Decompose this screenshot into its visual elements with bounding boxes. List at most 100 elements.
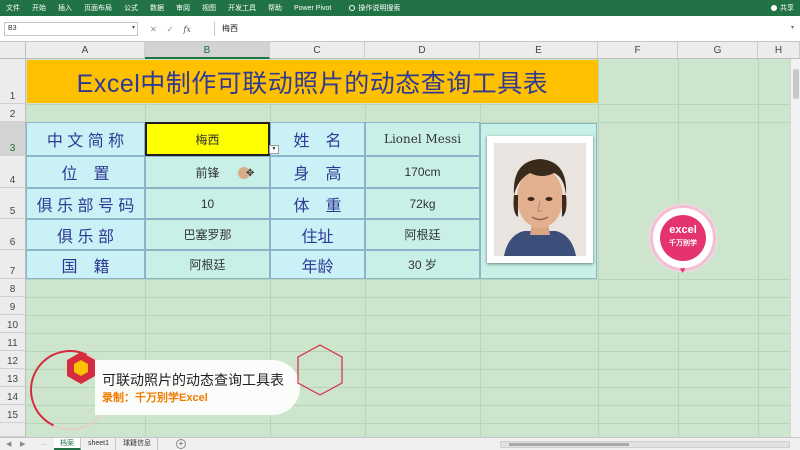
row-header-12[interactable]: 12 <box>0 351 26 369</box>
value-weight: 72kg <box>365 188 480 219</box>
label-name: 姓 名 <box>270 122 365 156</box>
person-icon <box>771 5 777 11</box>
overlay-subtitle: 录制：千万别学Excel <box>102 392 208 404</box>
label-age: 年龄 <box>270 250 365 279</box>
horizontal-scrollbar[interactable] <box>500 441 790 448</box>
ribbon-tab-home[interactable]: 开始 <box>26 3 52 13</box>
row-header-15[interactable]: 15 <box>0 405 26 423</box>
column-header-d[interactable]: D <box>365 42 480 59</box>
vertical-scrollbar[interactable] <box>790 59 800 437</box>
expand-formula-icon[interactable]: ▾ <box>791 24 794 31</box>
column-header-e[interactable]: E <box>480 42 598 59</box>
ribbon-tab-help[interactable]: 帮助 <box>262 3 288 13</box>
row-header-5[interactable]: 5 <box>0 188 26 219</box>
label-short-name: 中 文 简 称 <box>26 122 145 156</box>
label-height: 身 高 <box>270 156 365 188</box>
hexagon-icon <box>67 352 95 384</box>
row-header-3[interactable]: 3 <box>0 122 26 156</box>
prev-sheet-icon[interactable]: ◀ <box>6 440 11 448</box>
player-photo[interactable] <box>487 136 593 263</box>
gridline <box>758 59 759 437</box>
logo-circle: excel 千万别学 <box>660 215 706 261</box>
cancel-icon[interactable]: ✕ <box>150 25 157 34</box>
gridline <box>26 315 800 316</box>
ribbon-tab-data[interactable]: 数据 <box>144 3 170 13</box>
share-label: 共享 <box>780 5 794 12</box>
gridline <box>26 279 800 280</box>
gridline <box>26 351 800 352</box>
select-all-corner[interactable] <box>0 42 26 59</box>
chevron-down-icon[interactable]: ▾ <box>132 24 135 31</box>
row-header-10[interactable]: 10 <box>0 315 26 333</box>
value-club: 巴塞罗那 <box>145 219 270 250</box>
insert-function-icon[interactable]: fx <box>183 25 190 34</box>
logo-subtitle: 千万别学 <box>669 240 697 247</box>
cell-short-name-select[interactable]: 梅西 <box>145 122 270 156</box>
value-height: 170cm <box>365 156 480 188</box>
name-box[interactable]: B3 ▾ <box>4 22 138 36</box>
label-club: 俱 乐 部 <box>26 219 145 250</box>
ribbon-tab-power-pivot[interactable]: Power Pivot <box>288 5 337 12</box>
formula-divider <box>214 22 215 36</box>
value-name: Lionel Messi <box>365 122 480 156</box>
ribbon-tab-insert[interactable]: 插入 <box>52 3 78 13</box>
ribbon-tab-formulas[interactable]: 公式 <box>118 3 144 13</box>
next-sheet-icon[interactable]: ▶ <box>20 440 25 448</box>
row-header-16-partial <box>0 423 26 437</box>
heart-icon: ♥ <box>680 265 686 275</box>
sheet-title: Excel中制作可联动照片的动态查询工具表 <box>27 60 598 103</box>
row-header-2[interactable]: 2 <box>0 104 26 122</box>
lightbulb-icon <box>349 5 356 11</box>
formula-icons: ✕ ✓ fx <box>150 22 191 36</box>
value-residence: 阿根廷 <box>365 219 480 250</box>
row-header-8[interactable]: 8 <box>0 279 26 297</box>
player-portrait-image <box>494 143 586 256</box>
ribbon-tab-developer[interactable]: 开发工具 <box>222 3 262 13</box>
label-residence: 住址 <box>270 219 365 250</box>
sheet-tab-dangan[interactable]: 档案 <box>54 438 81 450</box>
tell-me-search[interactable]: 操作说明搜索 <box>337 3 400 13</box>
logo-brand: excel <box>669 224 697 236</box>
column-header-h[interactable]: H <box>758 42 800 59</box>
column-header-b[interactable]: B <box>145 42 270 59</box>
dropdown-arrow-icon[interactable]: ▼ <box>269 145 279 154</box>
column-header-f[interactable]: F <box>598 42 678 59</box>
ribbon-tab-review[interactable]: 审阅 <box>170 3 196 13</box>
sheet-tab-sheet1[interactable]: sheet1 <box>82 438 117 450</box>
excel-logo-badge: excel 千万别学 ♥ <box>650 205 716 275</box>
column-header-c[interactable]: C <box>270 42 365 59</box>
row-header-4[interactable]: 4 <box>0 156 26 188</box>
row-header-14[interactable]: 14 <box>0 387 26 405</box>
column-header-g[interactable]: G <box>678 42 758 59</box>
label-weight: 体 重 <box>270 188 365 219</box>
hexagon-outline-icon <box>297 344 343 396</box>
label-nationality: 国 籍 <box>26 250 145 279</box>
value-age: 30 岁 <box>365 250 480 279</box>
sheet-tab-qiuji[interactable]: 球籍信息 <box>117 438 158 450</box>
scrollbar-thumb[interactable] <box>509 443 629 446</box>
row-header-9[interactable]: 9 <box>0 297 26 315</box>
row-header-7[interactable]: 7 <box>0 250 26 279</box>
row-header-1[interactable]: 1 <box>0 59 26 104</box>
cell-cursor-icon: ✥ <box>246 168 255 179</box>
value-nationality: 阿根廷 <box>145 250 270 279</box>
row-header-11[interactable]: 11 <box>0 333 26 351</box>
label-position: 位 置 <box>26 156 145 188</box>
scrollbar-thumb[interactable] <box>793 69 799 99</box>
ribbon-tabs-bar: 文件 开始 插入 页面布局 公式 数据 审阅 视图 开发工具 帮助 Power … <box>0 0 800 16</box>
ribbon-tab-page-layout[interactable]: 页面布局 <box>78 3 118 13</box>
more-sheets-icon[interactable]: … <box>40 440 47 447</box>
row-header-13[interactable]: 13 <box>0 369 26 387</box>
column-header-a[interactable]: A <box>26 42 145 59</box>
gridline <box>26 297 800 298</box>
confirm-icon[interactable]: ✓ <box>167 25 174 34</box>
ribbon-tab-file[interactable]: 文件 <box>0 3 26 13</box>
formula-input[interactable]: 梅西 <box>222 22 238 36</box>
gridline <box>26 423 800 424</box>
label-club-number: 俱 乐 部 号 码 <box>26 188 145 219</box>
share-button[interactable]: 共享 <box>771 0 794 16</box>
tell-me-label: 操作说明搜索 <box>358 5 401 12</box>
ribbon-tab-view[interactable]: 视图 <box>196 3 222 13</box>
add-sheet-icon[interactable]: + <box>176 439 186 449</box>
row-header-6[interactable]: 6 <box>0 219 26 250</box>
